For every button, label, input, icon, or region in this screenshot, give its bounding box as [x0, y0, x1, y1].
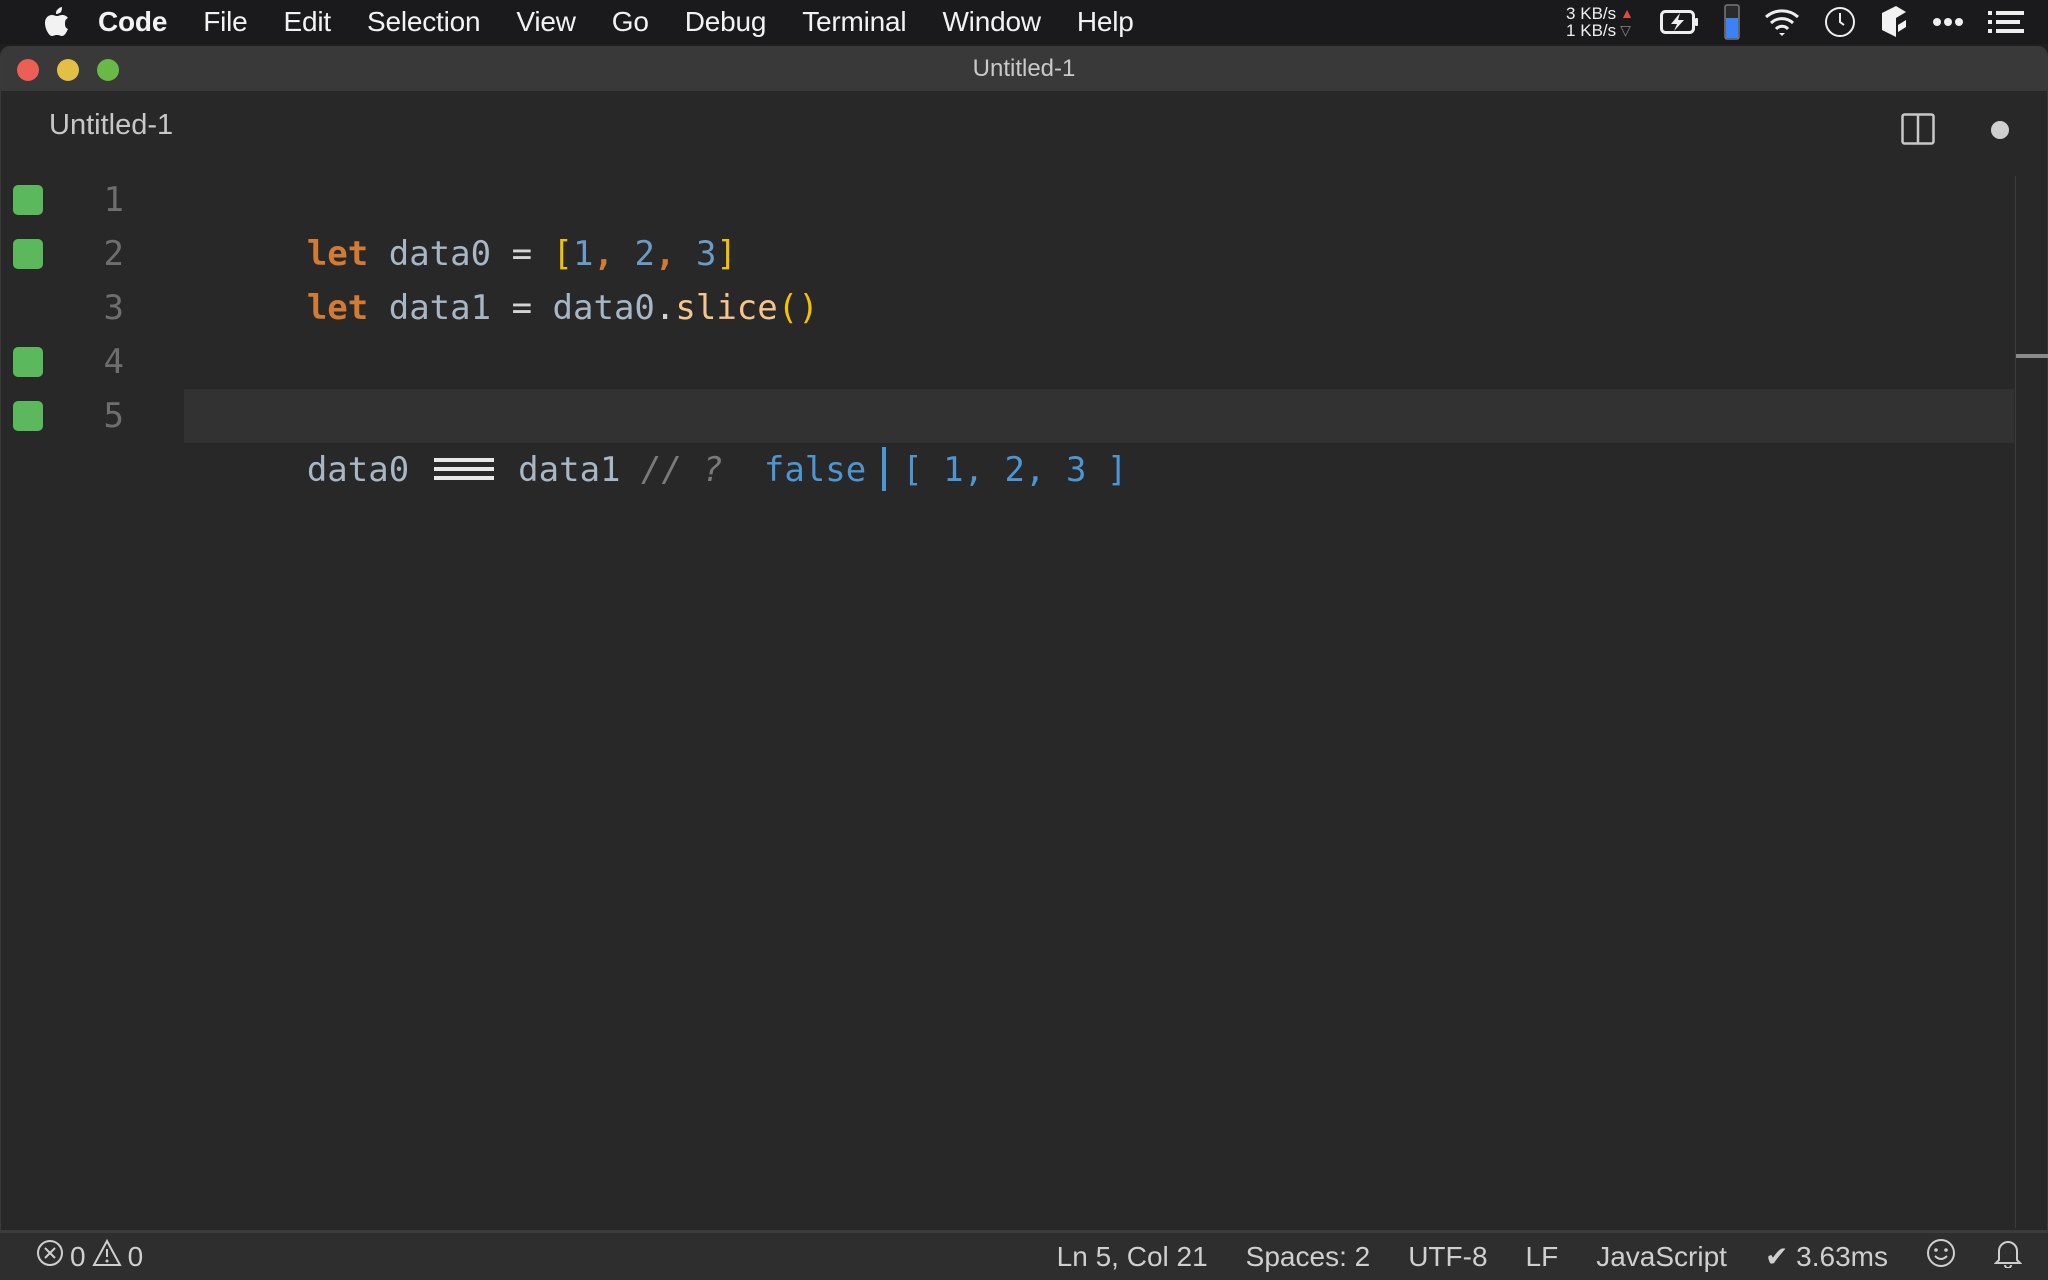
clock-icon[interactable] [1824, 6, 1856, 38]
inline-result-bool: false [763, 450, 867, 490]
code-line-3[interactable]: 3 [0, 281, 2014, 335]
title-bar[interactable]: Untitled-1 [1, 47, 2047, 91]
identifier-data0: data0 [306, 450, 410, 490]
tab-untitled-1[interactable]: Untitled-1 [49, 109, 173, 142]
close-window-button[interactable] [17, 59, 39, 81]
minimize-window-button[interactable] [57, 59, 79, 81]
code-line-2[interactable]: 2 let data1 = data0.slice() [0, 227, 2014, 328]
unsaved-changes-dot-icon[interactable] [1991, 121, 2009, 139]
split-editor-icon[interactable] [1901, 113, 1935, 150]
menu-window[interactable]: Window [942, 6, 1041, 38]
code-line-5[interactable]: 5 data0 data1 // ? false [ 1, 2, 3 ] [0, 389, 2014, 491]
coverage-marker-icon [13, 185, 43, 215]
error-icon [36, 1239, 64, 1274]
status-tray: 3 KB/s 1 KB/s ▲ ▽ [1566, 0, 2048, 44]
menu-file[interactable]: File [203, 6, 248, 38]
dropbox-like-icon[interactable] [1880, 5, 1908, 39]
line-number: 5 [103, 396, 124, 436]
more-icon[interactable] [1932, 17, 1964, 27]
menu-terminal[interactable]: Terminal [802, 6, 906, 38]
quokka-timing[interactable]: ✔ 3.63ms [1765, 1240, 1888, 1273]
zoom-window-button[interactable] [97, 59, 119, 81]
apple-menu-icon[interactable] [42, 6, 72, 38]
list-icon[interactable] [1988, 10, 2024, 34]
net-upload-rate: 3 KB/s [1566, 4, 1617, 23]
language-mode[interactable]: JavaScript [1596, 1241, 1727, 1273]
code-line-1[interactable]: 1 let data0 = [1, 2, 3] [0, 173, 2014, 274]
code-editor[interactable]: 1 let data0 = [1, 2, 3] 2 let data1 = da… [0, 173, 2048, 1223]
download-arrow-icon: ▽ [1620, 22, 1631, 38]
menu-selection[interactable]: Selection [367, 6, 481, 38]
menu-go[interactable]: Go [612, 6, 649, 38]
coverage-marker-icon [13, 401, 43, 431]
cursor-position[interactable]: Ln 5, Col 21 [1057, 1241, 1208, 1273]
code-line-4[interactable]: 4 data1 // ? [ 1, 2, 3 ] [0, 335, 2014, 436]
line-number: 4 [103, 342, 124, 382]
menu-edit[interactable]: Edit [284, 6, 332, 38]
net-download-rate: 1 KB/s [1566, 21, 1617, 40]
live-comment: // ? [641, 450, 723, 490]
line-number: 3 [103, 288, 124, 328]
notifications-bell-icon[interactable] [1993, 1238, 2023, 1275]
vertical-scrollbar[interactable] [2015, 176, 2048, 1228]
menu-debug[interactable]: Debug [685, 6, 767, 38]
tab-bar: Untitled-1 [1, 91, 2047, 175]
line-ending[interactable]: LF [1526, 1241, 1559, 1273]
menu-app-code[interactable]: Code [98, 6, 167, 38]
status-bar: 0 0 Ln 5, Col 21 Spaces: 2 UTF-8 LF Java… [0, 1230, 2048, 1280]
menu-view[interactable]: View [516, 6, 576, 38]
inline-result-array: [ 1, 2, 3 ] [902, 450, 1128, 490]
overview-ruler-cursor [2016, 354, 2048, 358]
feedback-smiley-icon[interactable] [1926, 1238, 1956, 1275]
error-count: 0 [70, 1240, 86, 1272]
identifier-data1: data1 [518, 450, 621, 490]
line-number: 2 [103, 234, 124, 274]
macos-menu-bar: Code File Edit Selection View Go Debug T… [0, 0, 2048, 44]
battery-charging-icon[interactable] [1660, 9, 1700, 35]
memory-gauge-icon[interactable] [1724, 4, 1740, 40]
menu-help[interactable]: Help [1077, 6, 1134, 38]
network-speed[interactable]: 3 KB/s 1 KB/s [1566, 5, 1616, 39]
warning-count: 0 [127, 1240, 144, 1272]
strict-equality-ligature [433, 457, 494, 480]
upload-arrow-icon: ▲ [1620, 5, 1634, 21]
problems-indicator[interactable]: 0 0 [36, 1238, 149, 1274]
result-separator [882, 446, 887, 491]
line-number: 1 [103, 180, 124, 220]
coverage-marker-icon [13, 239, 43, 269]
wifi-icon[interactable] [1764, 8, 1800, 36]
coverage-marker-icon [13, 347, 43, 377]
indentation-setting[interactable]: Spaces: 2 [1246, 1241, 1371, 1273]
window-title: Untitled-1 [972, 55, 1076, 82]
file-encoding[interactable]: UTF-8 [1408, 1241, 1487, 1273]
warning-icon [91, 1238, 122, 1274]
